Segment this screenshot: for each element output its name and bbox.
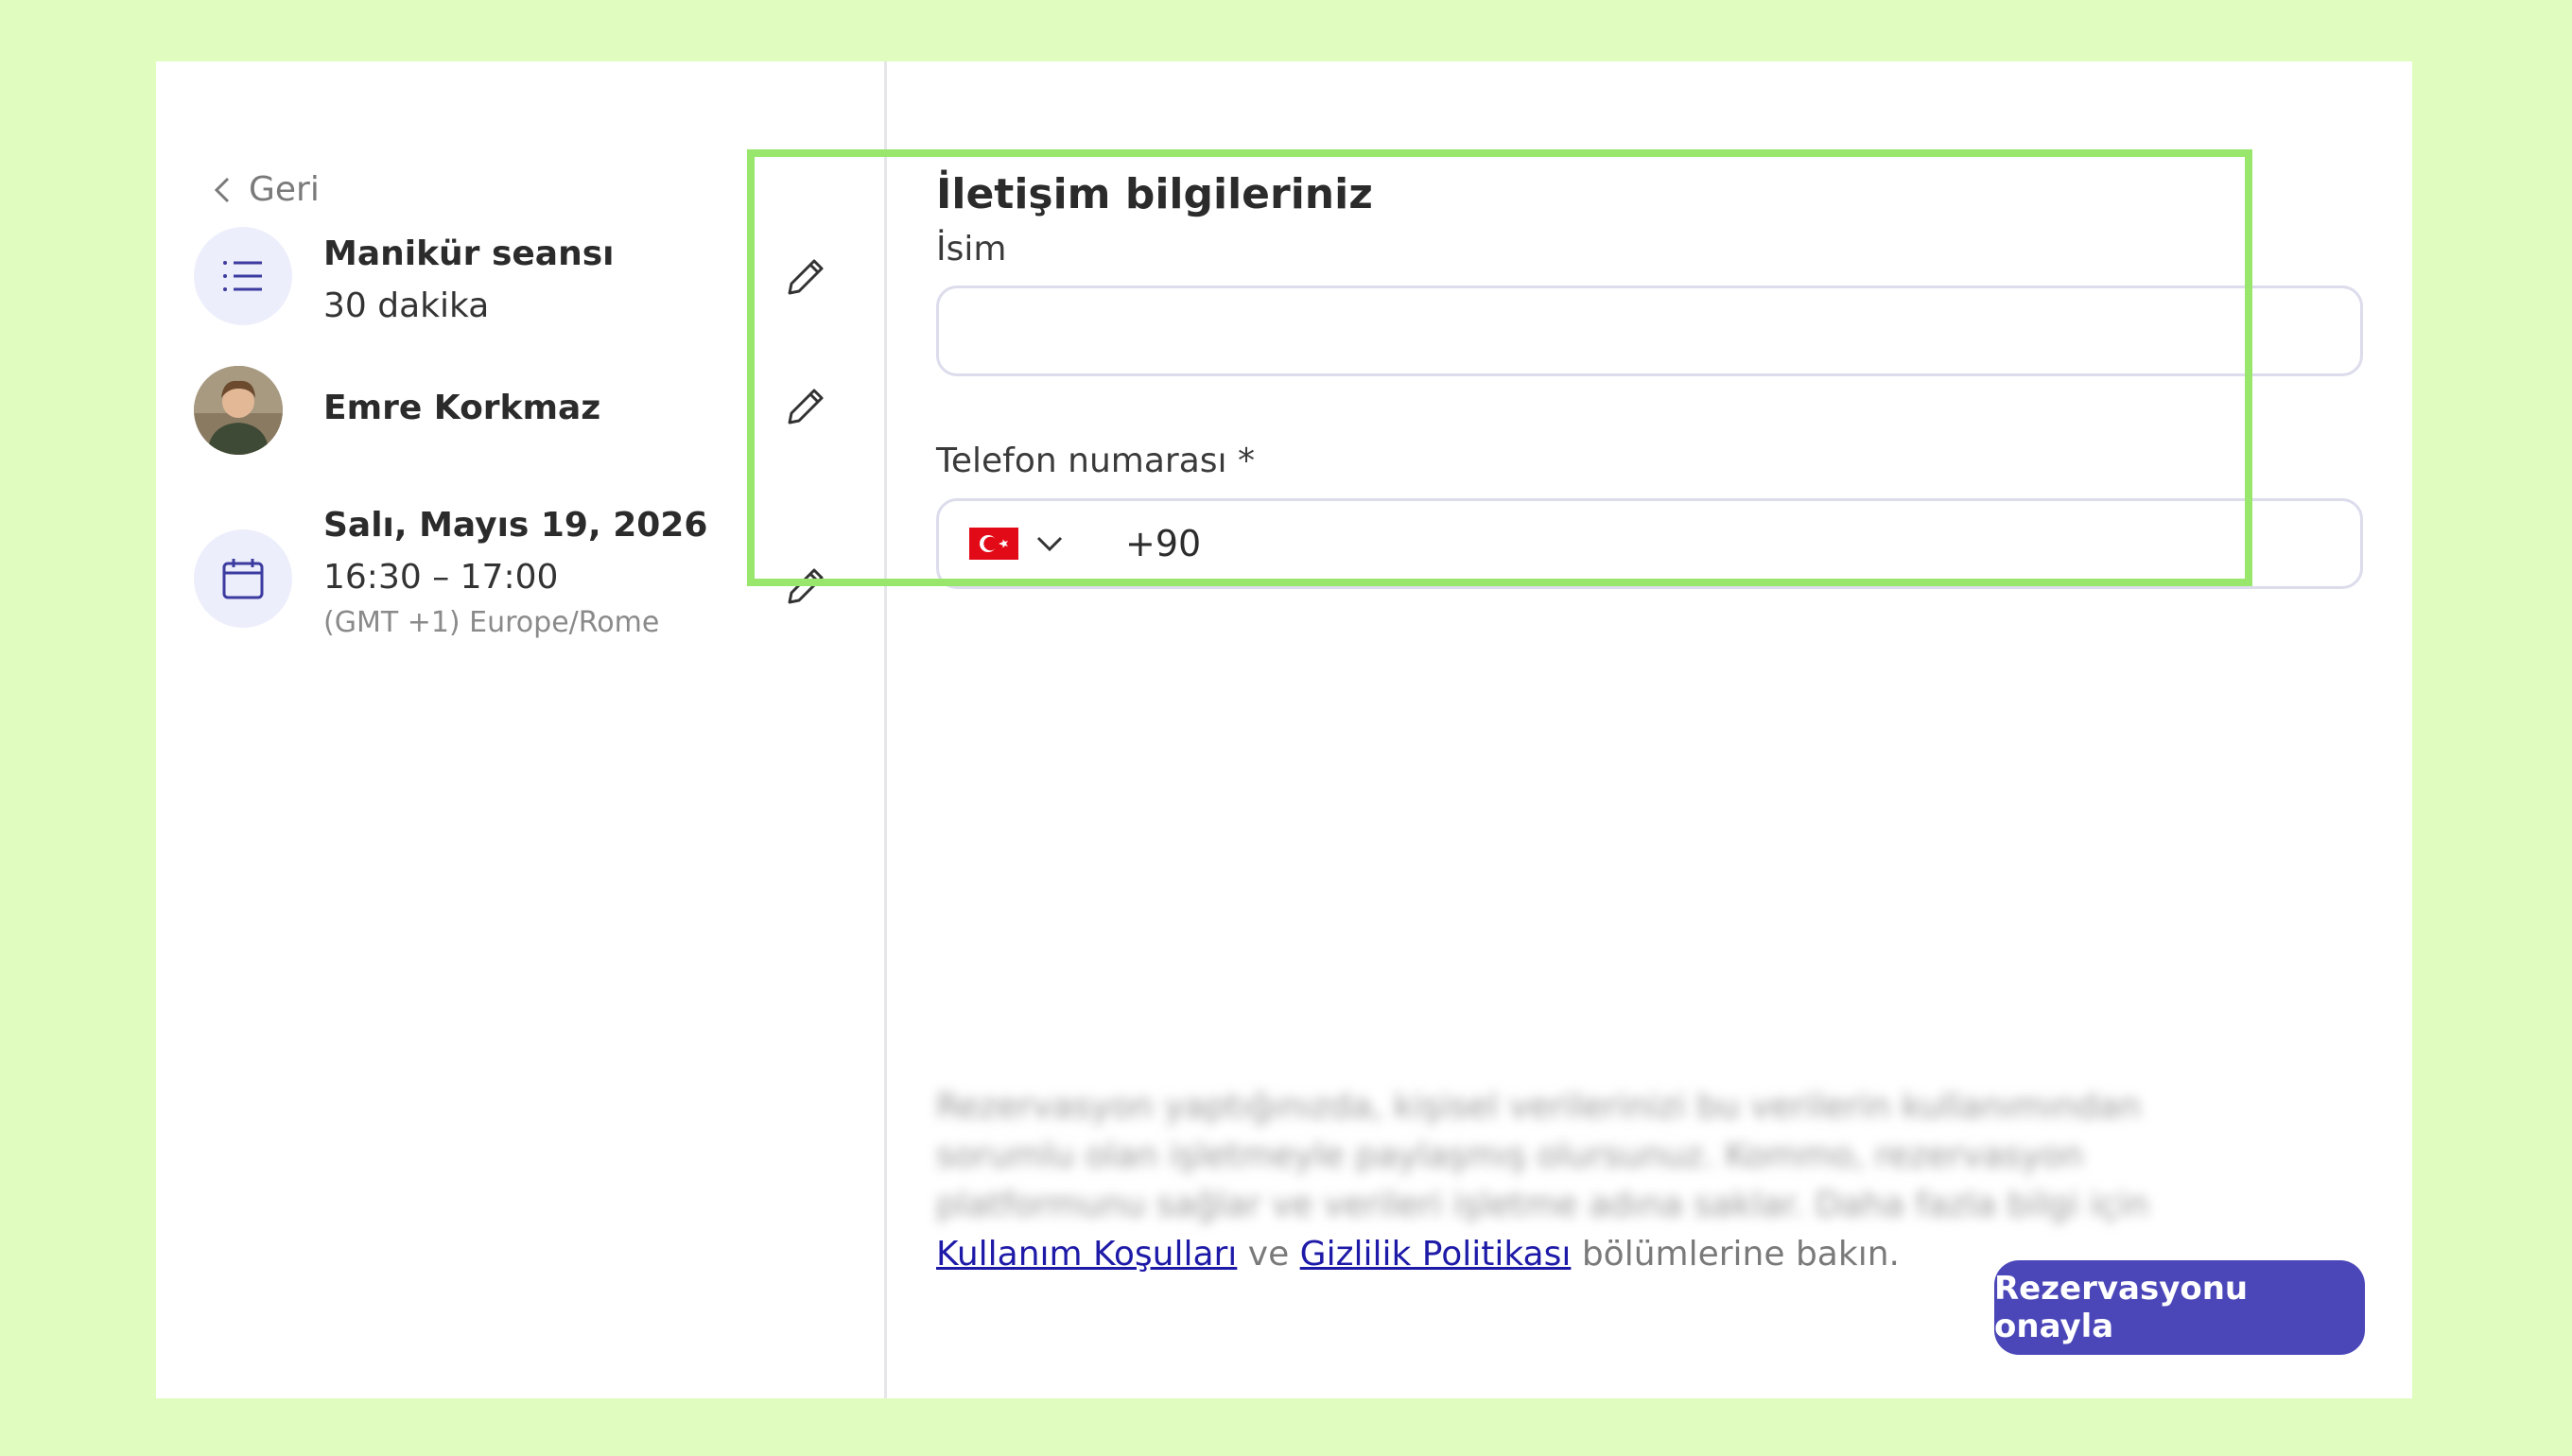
service-icon-circle (194, 227, 292, 325)
calendar-icon (222, 559, 264, 599)
confirm-booking-button[interactable]: Rezervasyonu onayla (1994, 1260, 2365, 1355)
booking-time: 16:30 – 17:00 (323, 558, 559, 597)
booking-timezone: (GMT +1) Europe/Rome (323, 606, 660, 639)
calendar-icon-circle (194, 529, 292, 628)
service-duration: 30 dakika (323, 286, 490, 325)
terms-link[interactable]: Kullanım Koşulları (936, 1235, 1237, 1274)
form-highlight-box (747, 149, 2252, 586)
staff-name: Emre Korkmaz (323, 389, 601, 427)
privacy-disclaimer: Rezervasyon yaptığınızda, kişisel verile… (936, 1083, 2279, 1279)
disclaimer-suffix: bölümlerine bakın. (1581, 1235, 1900, 1274)
avatar (194, 366, 283, 455)
service-title: Manikür seansı (323, 234, 615, 273)
back-label: Geri (249, 170, 320, 209)
disclaimer-text: Rezervasyon yaptığınızda, kişisel verile… (936, 1087, 2149, 1224)
booking-date: Salı, Mayıs 19, 2026 (323, 506, 708, 545)
back-button[interactable]: Geri (211, 170, 320, 209)
disclaimer-connector: ve (1247, 1235, 1290, 1274)
chevron-left-icon (214, 177, 230, 202)
privacy-link[interactable]: Gizlilik Politikası (1300, 1235, 1572, 1274)
list-icon (223, 261, 262, 291)
